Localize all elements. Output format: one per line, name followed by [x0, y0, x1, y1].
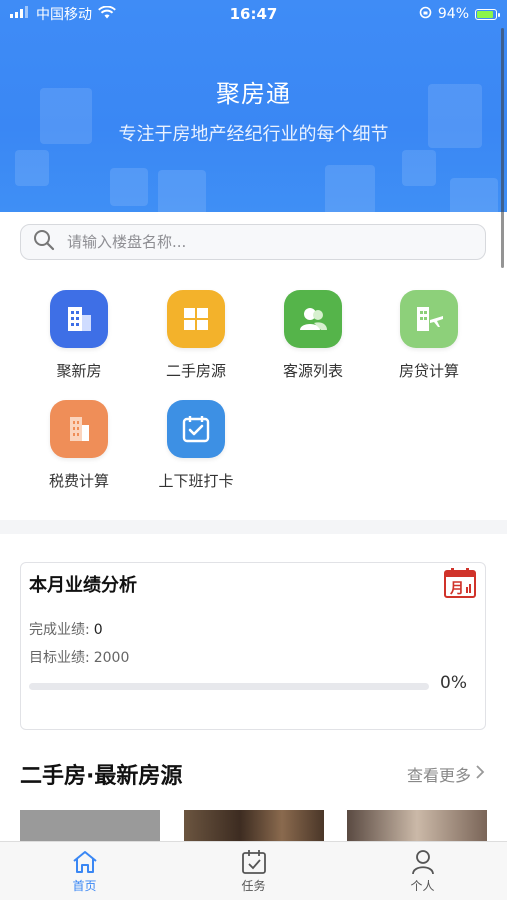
home-icon	[25, 849, 145, 875]
grid-label: 客源列表	[282, 362, 343, 380]
progress-bar	[29, 683, 429, 690]
target-label: 目标业绩:	[29, 650, 90, 666]
performance-title: 本月业绩分析	[29, 575, 137, 596]
listings-title: 二手房·最新房源	[20, 764, 183, 789]
tab-profile[interactable]: 个人	[363, 849, 483, 894]
grid-item-clock-in[interactable]: 上下班打卡	[141, 400, 251, 491]
performance-card[interactable]: 本月业绩分析 月 完成业绩: 0 目标业绩: 2000 0%	[20, 562, 486, 730]
target-value: 2000	[93, 650, 130, 666]
listing-thumbnail[interactable]	[20, 810, 160, 842]
tab-bar: 首页 任务 个人	[0, 841, 507, 900]
tab-label: 任务	[241, 878, 266, 893]
office-building-icon	[50, 400, 108, 458]
users-icon	[284, 290, 342, 348]
header-banner: 聚房通 专注于房地产经纪行业的每个细节	[0, 0, 507, 212]
status-bar: 中国移动 16:47 94%	[0, 0, 507, 28]
calendar-check-icon	[167, 400, 225, 458]
listing-thumbnail[interactable]	[347, 810, 487, 842]
tab-label: 个人	[410, 878, 435, 893]
tab-label: 首页	[72, 878, 97, 893]
completed-value: 0	[93, 622, 103, 638]
grid-label: 上下班打卡	[158, 472, 234, 490]
task-calendar-icon	[194, 849, 314, 875]
completed-label: 完成业绩:	[29, 622, 90, 638]
tab-home[interactable]: 首页	[25, 849, 145, 894]
person-icon	[363, 849, 483, 875]
search-input[interactable]	[65, 232, 485, 252]
grid-label: 税费计算	[48, 472, 109, 490]
grid-item-mortgage-calc[interactable]: 房贷计算	[374, 290, 484, 381]
listing-thumbnails	[0, 810, 507, 842]
building-icon	[50, 290, 108, 348]
svg-text:月: 月	[449, 581, 464, 597]
scrollbar[interactable]	[501, 28, 504, 268]
chevron-right-icon	[475, 764, 485, 784]
target-row: 目标业绩: 2000	[29, 647, 129, 667]
clock: 16:47	[229, 5, 278, 23]
windows-icon	[167, 290, 225, 348]
app-subtitle: 专注于房地产经纪行业的每个细节	[118, 124, 389, 145]
battery-icon	[475, 8, 500, 20]
search-section	[0, 212, 507, 278]
grid-item-tax-calc[interactable]: 税费计算	[24, 400, 134, 491]
grid-label: 房贷计算	[398, 362, 459, 380]
progress-percent: 0%	[440, 673, 467, 693]
view-more-link[interactable]: 查看更多	[407, 762, 485, 786]
calendar-chart-icon: 月	[443, 567, 477, 603]
view-more-label: 查看更多	[406, 766, 471, 785]
grid-label: 二手房源	[165, 362, 226, 380]
building-plane-icon	[400, 290, 458, 348]
search-bar[interactable]	[20, 224, 486, 260]
grid-item-customers[interactable]: 客源列表	[258, 290, 368, 381]
grid-label: 聚新房	[56, 362, 102, 380]
grid-item-new-homes[interactable]: 聚新房	[24, 290, 134, 381]
feature-grid: 聚新房 二手房源 客源列表 房贷计算 税费计算 上下班打卡	[0, 278, 507, 520]
listings-header: 二手房·最新房源 查看更多	[0, 752, 507, 810]
tab-tasks[interactable]: 任务	[194, 849, 314, 894]
app-title: 聚房通	[216, 80, 291, 108]
search-icon	[21, 229, 55, 255]
listing-thumbnail[interactable]	[184, 810, 324, 842]
grid-item-second-hand[interactable]: 二手房源	[141, 290, 251, 381]
completed-row: 完成业绩: 0	[29, 619, 103, 639]
performance-section: 本月业绩分析 月 完成业绩: 0 目标业绩: 2000 0%	[0, 534, 507, 752]
